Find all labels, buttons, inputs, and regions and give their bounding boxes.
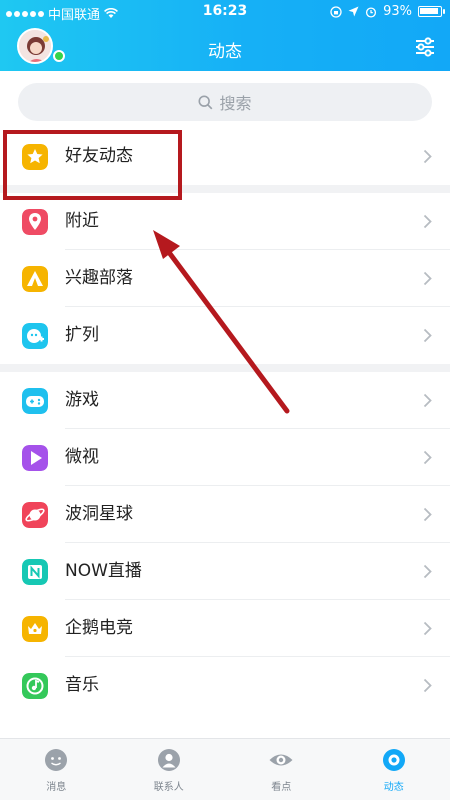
tab-label: 联系人 [153, 782, 184, 793]
chevron-right-icon [423, 214, 432, 229]
message-icon [45, 749, 68, 771]
activity-icon [382, 749, 405, 771]
list-item-label: 附近 [65, 211, 99, 231]
tab-contacts[interactable]: 联系人 [113, 739, 226, 800]
list-item-label: 兴趣部落 [65, 268, 133, 288]
list-item[interactable]: 音乐 [0, 657, 450, 714]
battery-icon [418, 6, 445, 17]
chevron-right-icon [423, 678, 432, 693]
tab-label: 消息 [46, 782, 67, 793]
chevron-right-icon [423, 328, 432, 343]
app-header: 中国联通 16:23 93% 动态 [0, 0, 450, 71]
esports-crown-icon [22, 616, 48, 642]
tent-icon [22, 266, 48, 292]
settings-sliders-icon[interactable] [414, 36, 436, 58]
chevron-right-icon [423, 393, 432, 408]
list-item[interactable]: 兴趣部落 [0, 250, 450, 307]
location-pin-icon [22, 209, 48, 235]
chevron-right-icon [423, 149, 432, 164]
expand-list-icon [22, 323, 48, 349]
chevron-right-icon [423, 450, 432, 465]
list-item[interactable]: 波洞星球 [0, 486, 450, 543]
list-item-label: 游戏 [65, 390, 99, 410]
list-item-label: 音乐 [65, 675, 99, 695]
list-item[interactable]: 企鹅电竞 [0, 600, 450, 657]
list-item[interactable]: 微视 [0, 429, 450, 486]
tab-label: 动态 [383, 782, 404, 793]
list-item[interactable]: 游戏 [0, 372, 450, 429]
chevron-right-icon [423, 564, 432, 579]
search-input[interactable]: 搜索 [18, 83, 432, 121]
tab-label: 看点 [271, 782, 292, 793]
location-arrow-icon [348, 6, 359, 17]
list-item-label: NOW直播 [65, 561, 142, 581]
tab-activity[interactable]: 动态 [338, 739, 450, 800]
list-item-label: 扩列 [65, 325, 99, 345]
eye-icon [269, 754, 293, 766]
music-icon [22, 673, 48, 699]
now-live-icon [22, 559, 48, 585]
page-title: 动态 [208, 42, 242, 62]
list-item-label: 企鹅电竞 [65, 618, 133, 638]
tab-bar: 消息 联系人 看点 动态 [0, 738, 450, 800]
status-right: 93% [330, 4, 445, 19]
battery-percent: 93% [383, 4, 412, 19]
annotation-highlight-box [3, 130, 182, 200]
chevron-right-icon [423, 271, 432, 286]
chevron-right-icon [423, 507, 432, 522]
section-divider [0, 364, 450, 372]
list-item-label: 微视 [65, 447, 99, 467]
tab-eye[interactable]: 看点 [225, 739, 338, 800]
search-placeholder: 搜索 [219, 94, 252, 113]
tab-message[interactable]: 消息 [0, 739, 113, 800]
list-item[interactable]: NOW直播 [0, 543, 450, 600]
rotation-lock-icon [330, 5, 342, 18]
planet-icon [22, 502, 48, 528]
gamepad-icon [22, 388, 48, 414]
list-item[interactable]: 扩列 [0, 307, 450, 364]
list-item-label: 波洞星球 [65, 504, 133, 524]
list-item[interactable]: 附近 [0, 193, 450, 250]
search-icon [198, 94, 213, 109]
weishi-play-icon [22, 445, 48, 471]
contacts-icon [157, 749, 180, 771]
search-area: 搜索 [0, 71, 450, 128]
feature-list: 好友动态 附近 兴趣部落 扩列 游戏 微视 波洞星球 NOW直播 企鹅电竞 音乐 [0, 128, 450, 714]
chevron-right-icon [423, 621, 432, 636]
alarm-icon [366, 6, 377, 18]
status-bar: 中国联通 16:23 93% [0, 0, 450, 24]
